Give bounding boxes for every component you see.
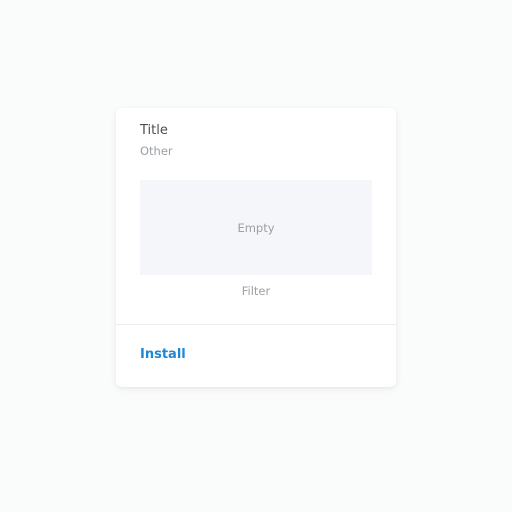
preview-area: Empty — [140, 180, 372, 275]
preview-placeholder: Empty — [237, 220, 275, 235]
install-button[interactable]: Install — [140, 347, 186, 362]
preview-caption: Filter — [241, 284, 271, 298]
card-subtitle: Other — [140, 144, 173, 158]
card: Title Other Empty Filter Install — [116, 108, 396, 387]
card-title: Title — [140, 123, 168, 138]
card-header: Title Other — [140, 123, 372, 158]
divider — [116, 324, 396, 325]
